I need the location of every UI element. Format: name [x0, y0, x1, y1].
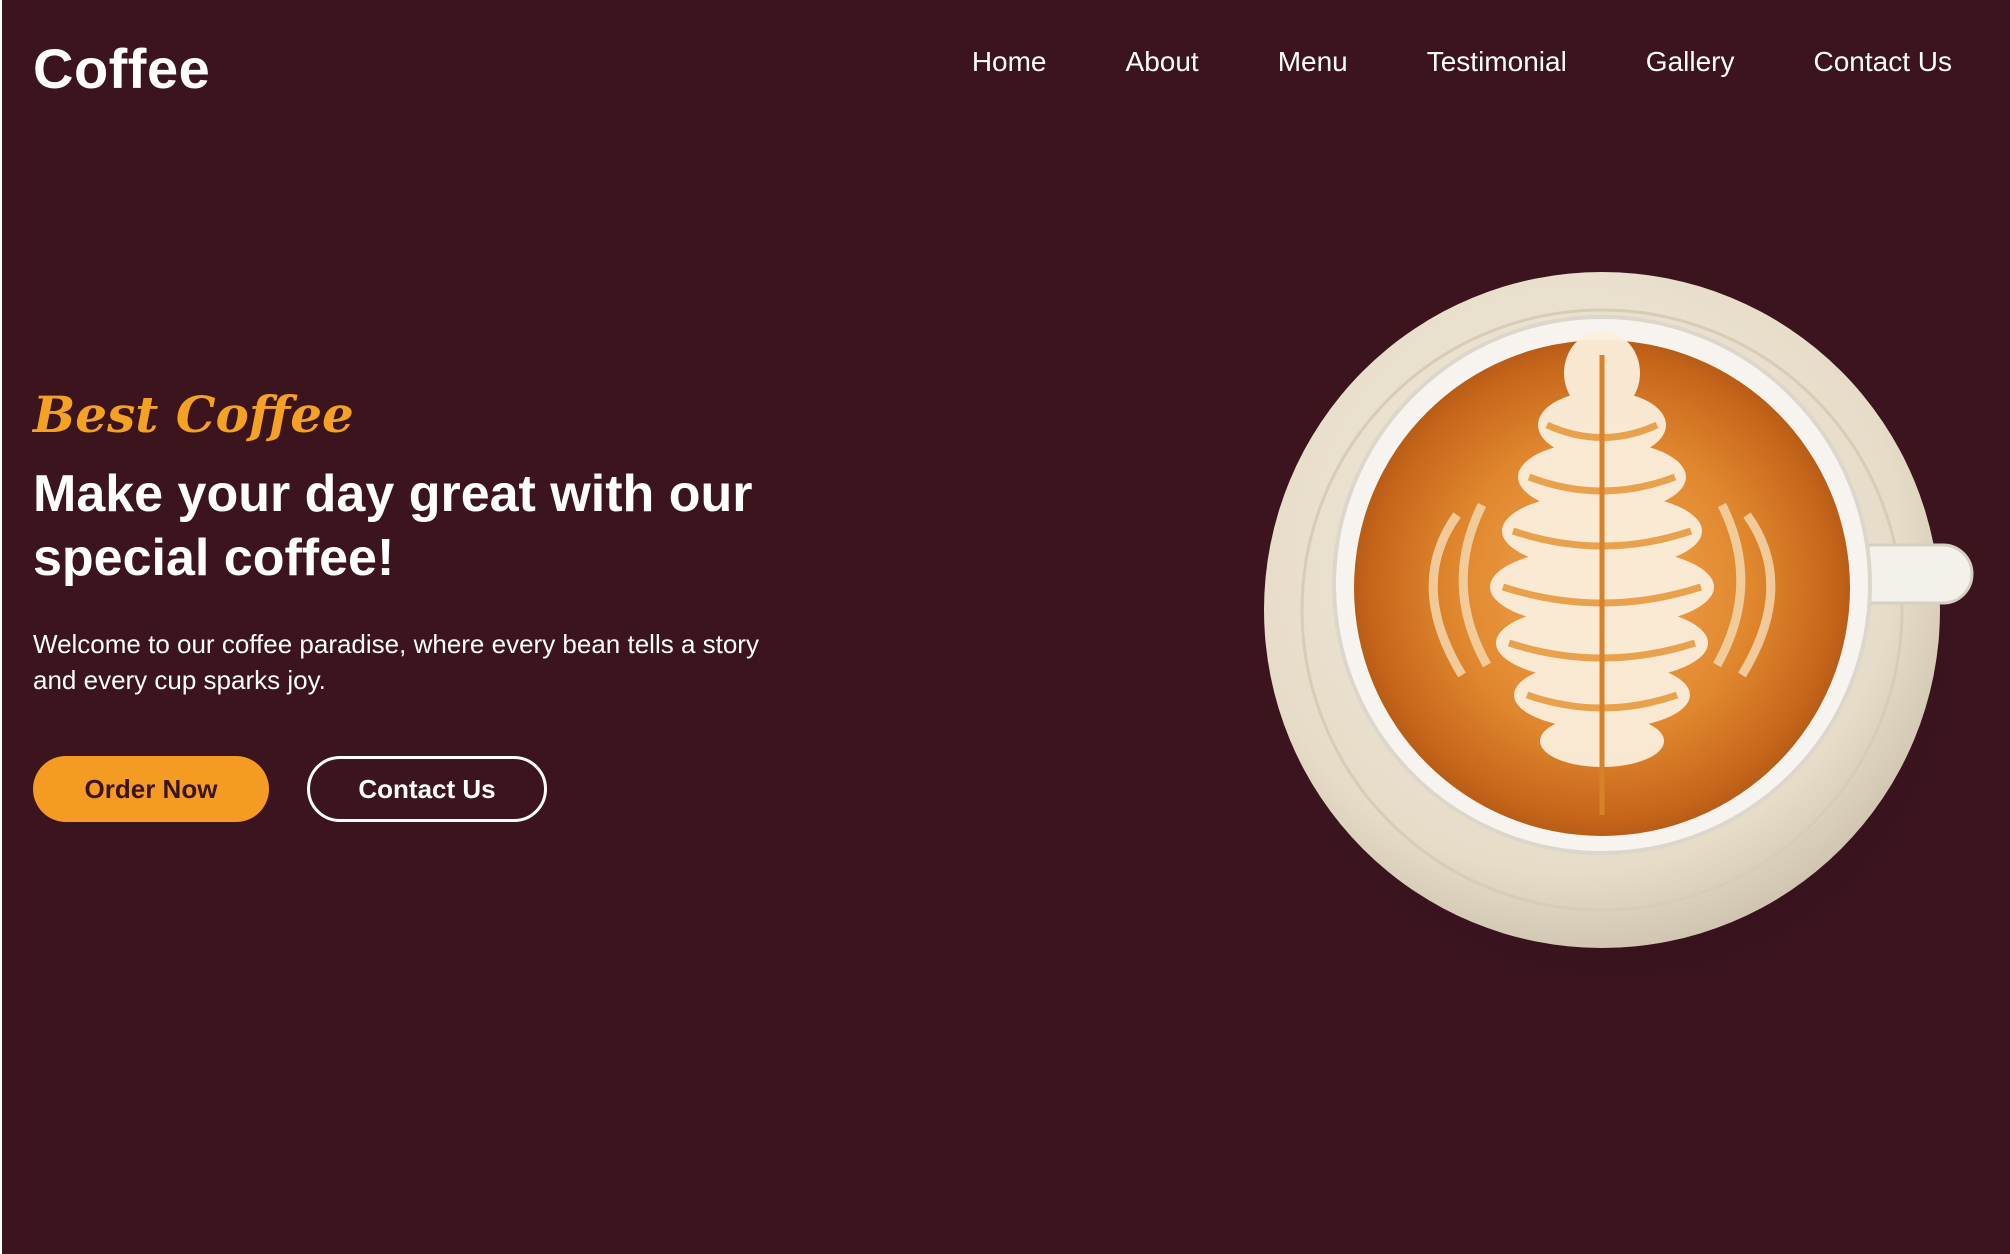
main-nav: Home About Menu Testimonial Gallery Cont…: [972, 46, 1952, 78]
hero-section: Best Coffee Make your day great with our…: [33, 380, 793, 822]
site-logo[interactable]: Coffee: [33, 36, 210, 101]
nav-testimonial[interactable]: Testimonial: [1427, 46, 1567, 78]
nav-menu[interactable]: Menu: [1278, 46, 1348, 78]
contact-us-button[interactable]: Contact Us: [307, 756, 547, 822]
hero-tagline: Best Coffee: [33, 385, 354, 444]
hero-page: Coffee Home About Menu Testimonial Galle…: [2, 0, 2010, 1254]
nav-home[interactable]: Home: [972, 46, 1047, 78]
hero-headline: Make your day great with our special cof…: [33, 462, 793, 590]
headline-line-2: special coffee!: [33, 529, 395, 587]
coffee-cup-image: [1264, 272, 1974, 975]
order-now-button[interactable]: Order Now: [33, 756, 269, 822]
nav-gallery[interactable]: Gallery: [1646, 46, 1735, 78]
nav-contact-us[interactable]: Contact Us: [1814, 46, 1953, 78]
hero-description: Welcome to our coffee paradise, where ev…: [33, 629, 759, 695]
hero-buttons: Order Now Contact Us: [33, 756, 793, 822]
nav-about[interactable]: About: [1126, 46, 1199, 78]
headline-line-1: Make your day great with our: [33, 465, 753, 523]
